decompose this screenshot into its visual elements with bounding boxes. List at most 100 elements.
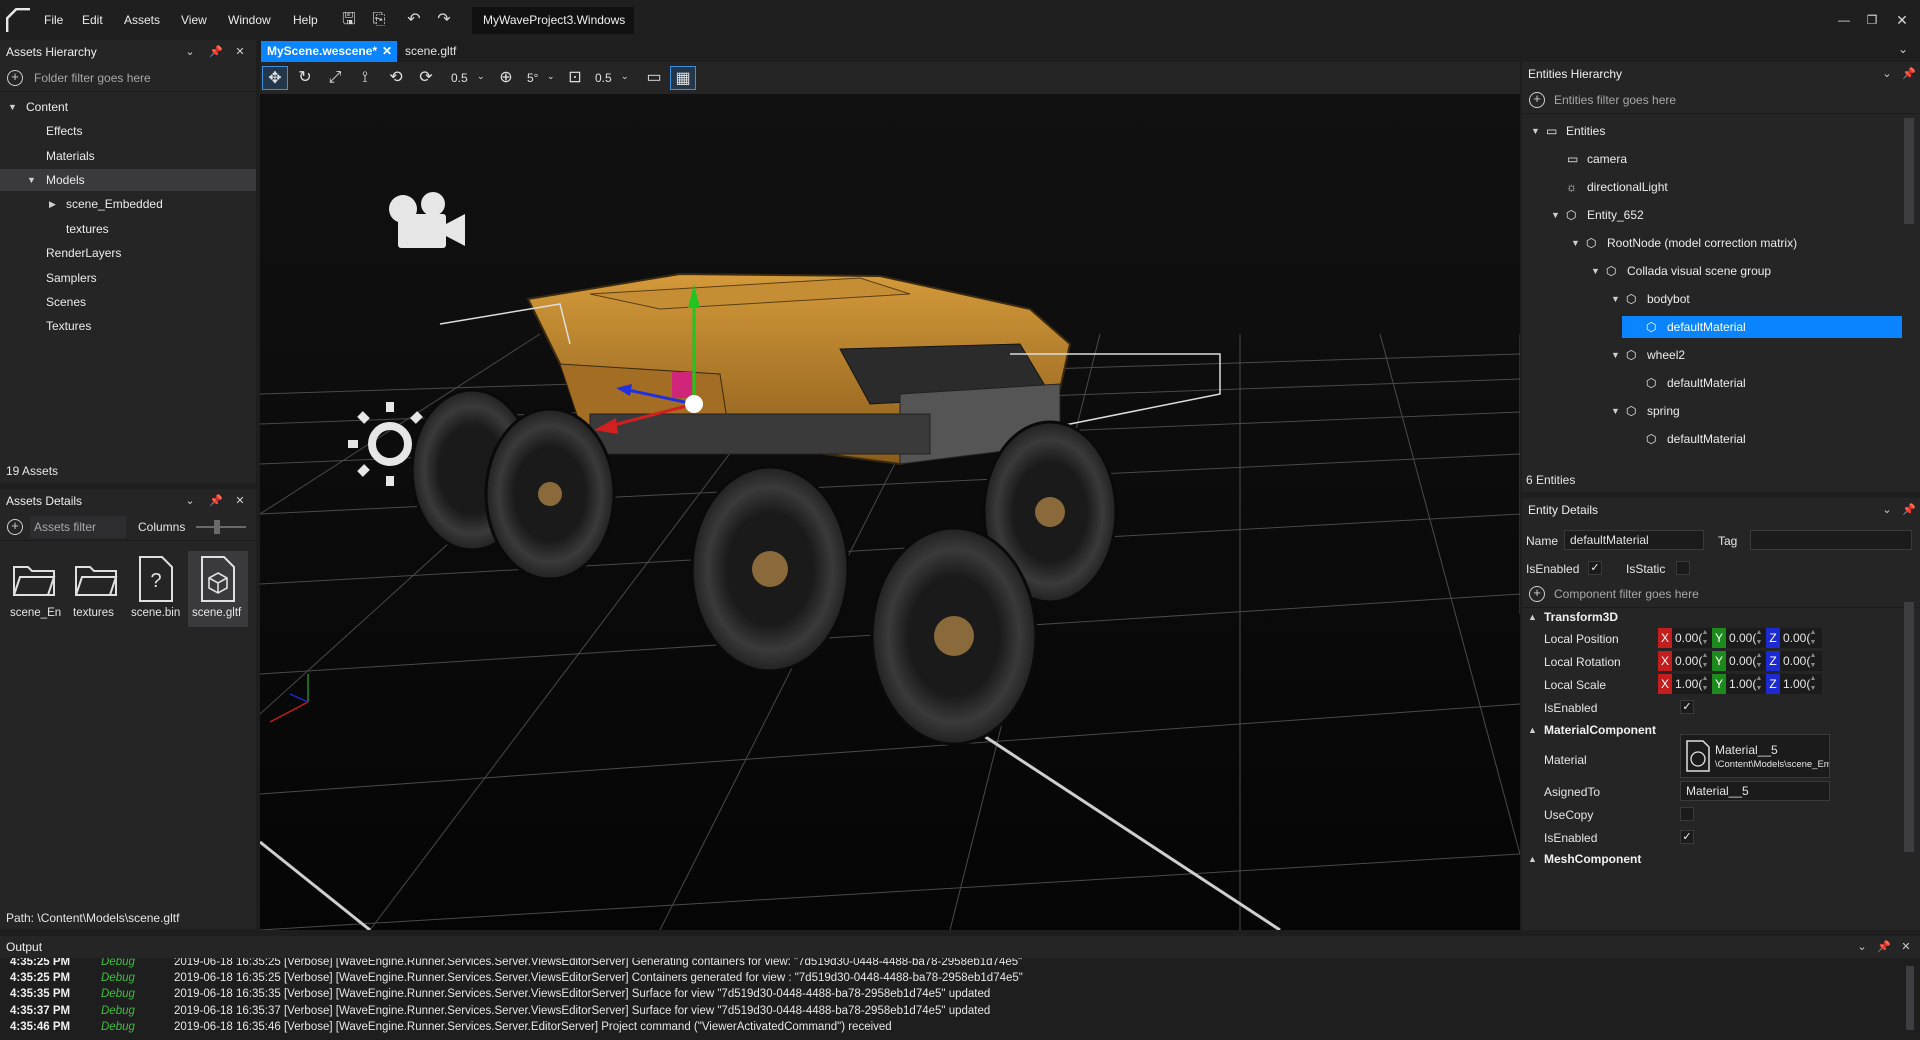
chevron-down-icon[interactable]: ⌄ xyxy=(1877,62,1897,86)
snap-translate-value[interactable]: 0.5 xyxy=(451,71,468,85)
minimize-icon[interactable]: — xyxy=(1834,10,1854,30)
rotate-tool-icon[interactable]: ↻ xyxy=(292,66,318,90)
snap-rotate-icon[interactable]: ⟳ xyxy=(413,66,439,90)
tree-item-textures-root[interactable]: Textures xyxy=(0,315,256,337)
close-window-icon[interactable]: ✕ xyxy=(1892,10,1912,30)
camera-icon[interactable]: ▭ xyxy=(641,66,667,90)
material-component-header[interactable]: MaterialComponent xyxy=(1544,723,1656,737)
pin-icon[interactable]: 📌 xyxy=(1899,62,1919,86)
close-icon[interactable]: ✕ xyxy=(230,489,250,513)
add-entity-icon[interactable]: + xyxy=(1529,92,1545,108)
chevron-down-icon[interactable]: ⌄ xyxy=(180,40,200,64)
entities-scrollbar[interactable] xyxy=(1904,118,1914,224)
transform-isenabled-checkbox[interactable]: ✓ xyxy=(1680,700,1694,714)
menu-file[interactable]: File xyxy=(44,13,63,27)
folder-filter[interactable]: + Folder filter goes here xyxy=(0,64,256,92)
chevron-down-icon[interactable]: ⌄ xyxy=(547,71,555,82)
menu-view[interactable]: View xyxy=(181,13,207,27)
tree-item-renderlayers[interactable]: RenderLayers xyxy=(0,242,256,264)
isenabled-checkbox[interactable]: ✓ xyxy=(1588,561,1602,575)
redo-icon[interactable]: ↷ xyxy=(434,10,454,30)
isstatic-checkbox[interactable] xyxy=(1676,561,1690,575)
entity-row-directional-light[interactable]: ☼ directionalLight xyxy=(1522,176,1902,198)
columns-slider[interactable] xyxy=(196,520,246,534)
entity-row-collada-group[interactable]: ▼ ⬡ Collada visual scene group xyxy=(1522,260,1902,282)
tree-item-models[interactable]: ▼ Models xyxy=(0,169,256,191)
menu-edit[interactable]: Edit xyxy=(82,13,103,27)
asset-tile[interactable]: ? scene.bin xyxy=(126,555,186,627)
transform3d-header[interactable]: Transform3D xyxy=(1544,610,1618,624)
close-icon[interactable]: ✕ xyxy=(230,40,250,64)
tree-item-effects[interactable]: Effects xyxy=(0,120,256,142)
entity-row-bodybot[interactable]: ▼ ⬡ bodybot xyxy=(1522,288,1902,310)
move-tool-icon[interactable]: ✥ xyxy=(262,66,288,90)
add-component-icon[interactable]: + xyxy=(1529,586,1545,602)
entity-row-spring[interactable]: ▼ ⬡ spring xyxy=(1522,400,1902,422)
pin-icon[interactable]: 📌 xyxy=(1874,936,1894,958)
asset-tile[interactable]: scene_En xyxy=(4,555,64,627)
grid-toggle-icon[interactable]: ▦ xyxy=(670,66,696,90)
tree-item-materials[interactable]: Materials xyxy=(0,145,256,167)
save-icon[interactable]: 🖫 xyxy=(339,10,359,30)
chevron-down-icon[interactable]: ⌄ xyxy=(621,71,629,82)
component-filter[interactable]: + Component filter goes here xyxy=(1522,580,1920,608)
add-folder-icon[interactable]: + xyxy=(7,70,23,86)
chevron-up-icon[interactable]: ▲ xyxy=(1528,854,1537,864)
pin-icon[interactable]: 📌 xyxy=(1899,498,1919,522)
scale-tool-icon[interactable]: ⤢ xyxy=(322,66,348,90)
scene-viewport[interactable] xyxy=(260,94,1520,930)
mesh-component-header[interactable]: MeshComponent xyxy=(1544,852,1641,866)
entity-row-default-material[interactable]: ⬡ defaultMaterial xyxy=(1522,372,1902,394)
slider-thumb[interactable] xyxy=(214,520,220,534)
entity-row-default-material-selected[interactable]: ⬡ defaultMaterial xyxy=(1622,316,1902,338)
entity-row-default-material[interactable]: ⬡ defaultMaterial xyxy=(1522,428,1902,450)
project-selector[interactable]: MyWaveProject3.Windows xyxy=(472,7,634,34)
entity-row-light[interactable]: ⬡light xyxy=(1522,454,1902,456)
entity-row-entities[interactable]: ▼ ▭ Entities xyxy=(1522,120,1902,142)
menu-window[interactable]: Window xyxy=(228,13,271,27)
pin-icon[interactable]: 📌 xyxy=(206,489,226,513)
tree-item-content[interactable]: ▼ Content xyxy=(0,96,256,118)
close-tab-icon[interactable]: ✕ xyxy=(382,41,392,62)
material-asset-picker[interactable]: Material__5 \Content\Models\scene_Embed xyxy=(1680,734,1830,778)
entities-filter[interactable]: + Entities filter goes here xyxy=(1522,86,1920,114)
save-all-icon[interactable]: ⎘ xyxy=(369,10,389,30)
entity-row-camera[interactable]: ▭ camera xyxy=(1522,148,1902,170)
tree-item-samplers[interactable]: Samplers xyxy=(0,267,256,289)
entity-row-wheel2[interactable]: ▼ ⬡ wheel2 xyxy=(1522,344,1902,366)
name-field[interactable]: defaultMaterial xyxy=(1564,530,1704,550)
assets-filter-input[interactable]: Assets filter xyxy=(30,516,126,538)
tab-scene-gltf[interactable]: scene.gltf xyxy=(399,41,462,62)
add-asset-icon[interactable]: + xyxy=(7,519,23,535)
scene-render[interactable] xyxy=(260,94,1520,930)
chevron-down-icon[interactable]: ⌄ xyxy=(1877,498,1897,522)
asigned-to-field[interactable]: Material__5 xyxy=(1680,781,1830,801)
snap-scale-value[interactable]: 0.5 xyxy=(595,71,612,85)
asset-tile[interactable]: textures xyxy=(66,555,126,627)
material-isenabled-checkbox[interactable]: ✓ xyxy=(1680,830,1694,844)
details-scrollbar[interactable] xyxy=(1904,602,1914,852)
menu-assets[interactable]: Assets xyxy=(124,13,160,27)
maximize-icon[interactable]: ❐ xyxy=(1862,10,1882,30)
entity-row-rootnode[interactable]: ▼ ⬡ RootNode (model correction matrix) xyxy=(1522,232,1902,254)
chevron-down-icon[interactable]: ⌄ xyxy=(1852,936,1872,958)
snap-rotate-value[interactable]: 5° xyxy=(527,71,538,85)
snap-translate-icon[interactable]: ⟲ xyxy=(383,66,409,90)
tab-myscene[interactable]: MyScene.wescene* ✕ xyxy=(261,41,397,62)
undo-icon[interactable]: ↶ xyxy=(404,10,424,30)
chevron-down-icon[interactable]: ⌄ xyxy=(180,489,200,513)
usecopy-checkbox[interactable] xyxy=(1680,807,1694,821)
angle-snap-icon[interactable]: ⊕ xyxy=(493,66,519,90)
tabs-overflow-icon[interactable]: ⌄ xyxy=(1898,42,1908,56)
tree-item-scenes[interactable]: Scenes xyxy=(0,291,256,313)
tag-field[interactable] xyxy=(1750,530,1912,550)
chevron-down-icon[interactable]: ⌄ xyxy=(477,71,485,82)
chevron-up-icon[interactable]: ▲ xyxy=(1528,612,1537,622)
close-icon[interactable]: ✕ xyxy=(1896,936,1916,958)
chevron-up-icon[interactable]: ▲ xyxy=(1528,725,1537,735)
assets-filter[interactable]: + Assets filter Columns xyxy=(0,513,256,541)
local-space-icon[interactable]: ⟟ xyxy=(352,66,378,90)
scale-snap-icon[interactable]: ⊡ xyxy=(562,66,588,90)
output-scrollbar[interactable] xyxy=(1906,966,1914,1030)
tree-item-scene-embedded[interactable]: ▶ scene_Embedded xyxy=(0,193,256,215)
